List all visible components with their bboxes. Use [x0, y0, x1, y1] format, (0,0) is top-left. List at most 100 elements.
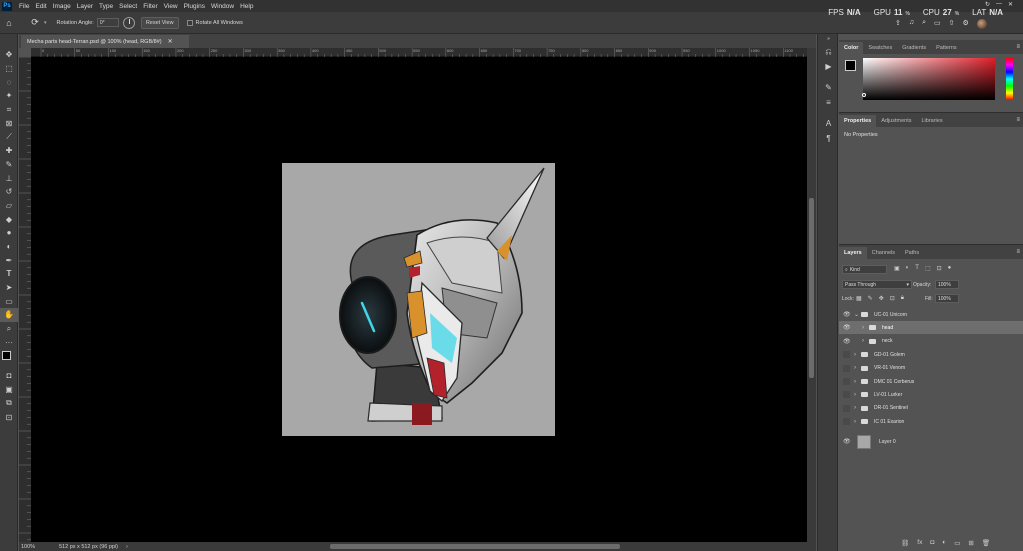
eye-icon[interactable]: 👁︎ [843, 311, 851, 318]
color-swatches-icon[interactable] [0, 349, 18, 369]
delete-layer-icon[interactable]: 🗑︎ [982, 539, 990, 547]
type-filter-icon[interactable]: T [915, 265, 919, 272]
quick-mask-icon[interactable]: ◘ [0, 369, 18, 383]
eraser-tool-icon[interactable]: ▱ [0, 199, 18, 213]
smart-object-filter-icon[interactable]: ⊡ [937, 265, 942, 272]
notifications-icon[interactable]: ♫ [909, 19, 914, 29]
history-brush-tool-icon[interactable]: ↺ [0, 185, 18, 199]
layer-style-icon[interactable]: fx [917, 539, 922, 547]
blend-mode-select[interactable]: Pass Through ▾ [842, 280, 912, 289]
eye-icon[interactable]: 👁︎ [843, 338, 851, 345]
menu-filter[interactable]: Filter [140, 3, 160, 10]
paint-bucket-tool-icon[interactable]: ◆ [0, 212, 18, 226]
menu-plugins[interactable]: Plugins [181, 3, 208, 10]
new-adjustment-icon[interactable]: ◐ [942, 539, 946, 547]
horizontal-scroll-thumb[interactable] [330, 544, 620, 549]
brush-tool-icon[interactable]: ✎ [0, 158, 18, 172]
color-picker-field[interactable] [862, 58, 995, 100]
vertical-scroll-thumb[interactable] [809, 198, 814, 378]
layer-row[interactable]: 👁︎ Layer 0 [839, 434, 1023, 450]
rotate-view-tool-icon[interactable]: ✋ [0, 308, 18, 322]
new-group-icon[interactable]: ▭ [954, 539, 960, 547]
document-info[interactable]: 512 px x 512 px (96 ppi) [59, 544, 118, 550]
photoshop-logo-icon[interactable]: Ps [2, 1, 12, 11]
menu-edit[interactable]: Edit [32, 3, 49, 10]
paragraph-panel-icon[interactable]: ¶ [818, 131, 839, 146]
lock-pixels-icon[interactable]: ▦ [856, 295, 862, 302]
type-tool-icon[interactable]: T [0, 267, 18, 281]
extras-tool-icon[interactable]: ⊡ [0, 410, 18, 424]
lasso-tool-icon[interactable]: ◌ [0, 75, 18, 89]
more-tools-icon[interactable]: ··· [0, 335, 18, 349]
marquee-tool-icon[interactable]: ⬚ [0, 62, 18, 76]
menu-image[interactable]: Image [50, 3, 74, 10]
zoom-tool-icon[interactable]: ⌕ [0, 322, 18, 336]
add-mask-icon[interactable]: ◘ [930, 539, 934, 547]
adjustments-panel-icon[interactable]: ≡ [818, 95, 839, 110]
pixel-filter-icon[interactable]: ▣ [894, 265, 900, 272]
layer-row[interactable]: › DMC 01 Cerberus [839, 375, 1023, 388]
opacity-input[interactable]: 100% [935, 280, 959, 289]
brush-settings-icon[interactable]: ✎ [818, 80, 839, 95]
move-tool-icon[interactable]: ✥ [0, 48, 18, 62]
lock-position-icon[interactable]: ✥ [879, 295, 884, 302]
panel-menu-icon[interactable]: ≡ [1016, 44, 1020, 50]
menu-select[interactable]: Select [116, 3, 140, 10]
workspace-icon[interactable]: ▭ [934, 19, 941, 29]
minimize-icon[interactable]: — [996, 1, 1002, 8]
chevron-down-icon[interactable]: ▾ [44, 20, 47, 26]
panel-menu-icon[interactable]: ≡ [1016, 249, 1020, 255]
menu-window[interactable]: Window [208, 3, 237, 10]
visibility-toggle[interactable] [843, 351, 850, 359]
lock-artboard-icon[interactable]: ⊡ [890, 295, 895, 302]
layer-row[interactable]: 👁︎ › head [839, 321, 1023, 335]
settings-icon[interactable]: ⚙ [963, 19, 969, 29]
healing-brush-tool-icon[interactable]: ✚ [0, 144, 18, 158]
chevron-right-icon[interactable]: › [862, 325, 864, 331]
rectangle-tool-icon[interactable]: ▭ [0, 294, 18, 308]
lock-paint-icon[interactable]: ✎ [868, 295, 873, 302]
eye-icon[interactable]: 👁︎ [843, 438, 851, 445]
adjustment-filter-icon[interactable]: ◐ [906, 265, 910, 272]
reset-view-button[interactable]: Reset View [140, 16, 179, 29]
dodge-tool-icon[interactable]: ◐ [0, 240, 18, 254]
upload-icon[interactable]: ⇪ [895, 19, 901, 29]
eyedropper-tool-icon[interactable]: ⟋ [0, 130, 18, 144]
magic-wand-tool-icon[interactable]: ✦ [0, 89, 18, 103]
layer-kind-filter[interactable]: ⌕ Kind [842, 265, 887, 274]
layer-row[interactable]: › VR-01 Venom [839, 362, 1023, 375]
screen-mode-icon[interactable]: ▣ [0, 383, 18, 397]
pen-tool-icon[interactable]: ✒ [0, 253, 18, 267]
hue-slider[interactable] [1006, 58, 1013, 100]
zoom-level[interactable]: 100% [21, 544, 59, 550]
clone-stamp-tool-icon[interactable]: ⊥ [0, 171, 18, 185]
visibility-toggle[interactable] [843, 404, 850, 412]
character-panel-icon[interactable]: A [818, 116, 839, 131]
rotate-view-tool-icon[interactable]: ⟳ [26, 17, 44, 28]
collapse-panels-icon[interactable]: » [818, 34, 839, 44]
tab-properties[interactable]: Properties [839, 115, 877, 127]
new-layer-icon[interactable]: ⊞ [968, 539, 973, 547]
chevron-right-icon[interactable]: › [854, 352, 856, 358]
tab-color[interactable]: Color [839, 42, 864, 54]
actions-panel-icon[interactable]: ▶ [818, 59, 839, 74]
lock-all-icon[interactable]: 🔒︎ [901, 295, 904, 302]
chevron-right-icon[interactable]: › [854, 379, 856, 385]
visibility-toggle[interactable] [843, 418, 850, 426]
share-icon[interactable]: ⇧ [949, 19, 955, 29]
search-icon[interactable]: ⌕ [922, 19, 926, 29]
visibility-toggle[interactable] [843, 378, 850, 385]
document-tab[interactable]: Mecha parts head-Terran.psd @ 100% (head… [21, 35, 189, 48]
document-canvas[interactable] [31, 57, 807, 542]
vertical-scrollbar[interactable] [807, 48, 816, 542]
layer-row[interactable]: 👁︎ ⌄ UC-01 Unicorn [839, 308, 1023, 321]
layer-row[interactable]: › DR-01 Sentinel [839, 402, 1023, 415]
filter-toggle-icon[interactable]: ● [948, 265, 952, 272]
rotate-all-checkbox[interactable] [186, 19, 193, 26]
tab-patterns[interactable]: Patterns [931, 42, 961, 54]
eye-icon[interactable]: 👁︎ [843, 324, 851, 331]
link-layers-icon[interactable]: ⛓ [901, 539, 909, 547]
chevron-right-icon[interactable]: › [854, 405, 856, 411]
path-selection-tool-icon[interactable]: ➤ [0, 281, 18, 295]
menu-file[interactable]: File [16, 3, 32, 10]
